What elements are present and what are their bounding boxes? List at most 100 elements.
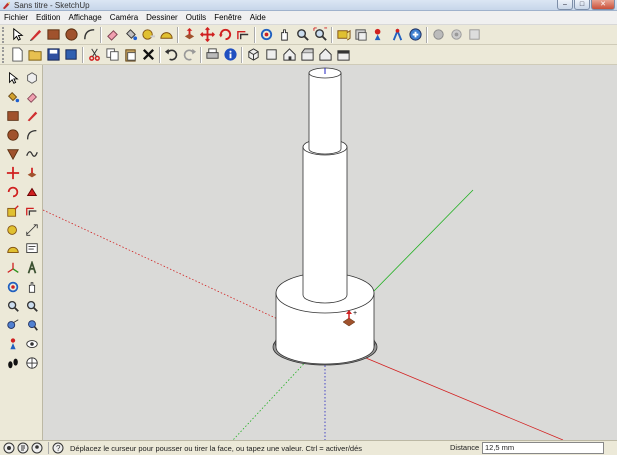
menu-edition[interactable]: Edition [36,13,60,22]
push-pull-icon [27,167,37,178]
palette-protractor-button[interactable] [4,240,22,258]
select-tool-button[interactable] [8,26,26,44]
redo-button[interactable] [180,46,198,64]
new-button[interactable] [8,46,26,64]
palette-text-button[interactable] [23,240,41,258]
palette-push-pull-button[interactable] [23,164,41,182]
undo-button[interactable] [162,46,180,64]
look-around-button[interactable] [388,26,406,44]
position-camera-button[interactable] [370,26,388,44]
top-view-button[interactable] [262,46,280,64]
pencil-tool-button[interactable] [26,26,44,44]
component-button[interactable] [406,26,424,44]
palette-section-plane-button[interactable] [23,354,41,372]
palette-position-camera-button[interactable] [4,335,22,353]
palette-look-around-button[interactable] [23,335,41,353]
palette-previous-view-button[interactable] [4,316,22,334]
model-canvas[interactable]: + [43,65,617,440]
right-view-button[interactable] [298,46,316,64]
geolocation-icon[interactable] [3,442,15,454]
zoom-window-icon [26,300,38,312]
palette-scale-button[interactable] [4,202,22,220]
paste-button[interactable] [121,46,139,64]
styles-button[interactable] [465,26,483,44]
palette-make-component-button[interactable] [23,69,41,87]
push-pull-button[interactable] [180,26,198,44]
palette-zoom-extents-button[interactable] [23,316,41,334]
palette-orbit-button[interactable] [4,278,22,296]
minimize-button[interactable]: – [557,0,573,10]
user-icon[interactable] [31,442,43,454]
rotate-tool-button[interactable] [216,26,234,44]
protractor-button[interactable] [157,26,175,44]
orbit-tool-button[interactable] [257,26,275,44]
help-icon[interactable]: ? [52,442,64,454]
print-button[interactable] [203,46,221,64]
palette-polygon-button[interactable] [4,145,22,163]
zoom-extents-button[interactable] [311,26,329,44]
palette-offset-button[interactable] [23,202,41,220]
orbit-icon [260,28,272,41]
palette-axes-button[interactable] [4,259,22,277]
toolbar-grip[interactable] [2,46,6,63]
copy-button[interactable] [103,46,121,64]
move-tool-button[interactable] [198,26,216,44]
rectangle-tool-button[interactable] [44,26,62,44]
palette-eraser-button[interactable] [23,88,41,106]
model-info-button[interactable] [221,46,239,64]
zoom-tool-button[interactable] [293,26,311,44]
shadow-button[interactable] [447,26,465,44]
iso-view-button[interactable] [244,46,262,64]
eraser-tool-button[interactable] [103,26,121,44]
back-view-button[interactable] [316,46,334,64]
materials-button[interactable] [429,26,447,44]
credits-icon[interactable] [17,442,29,454]
open-button[interactable] [26,46,44,64]
palette-rectangle-button[interactable] [4,107,22,125]
menu-fenetre[interactable]: Fenêtre [214,13,242,22]
paint-bucket-button[interactable] [121,26,139,44]
walk-icon [8,358,18,369]
palette-freehand-button[interactable] [23,145,41,163]
menu-camera[interactable]: Caméra [110,13,138,22]
measurements-input[interactable]: 12,5 mm [482,442,604,454]
toolbar-separator [426,26,427,43]
toolbar-grip[interactable] [2,26,6,43]
palette-zoom-button[interactable] [4,297,22,315]
palette-circle-button[interactable] [4,126,22,144]
close-button[interactable]: ✕ [591,0,615,10]
modeling-viewport[interactable]: + [43,65,617,440]
walk-tool-button[interactable] [352,26,370,44]
palette-dimension-button[interactable] [23,221,41,239]
maximize-button[interactable]: □ [574,0,590,10]
palette-move-button[interactable] [4,164,22,182]
menu-aide[interactable]: Aide [250,13,266,22]
save-button[interactable] [44,46,62,64]
circle-tool-button[interactable] [62,26,80,44]
palette-zoom-window-button[interactable] [23,297,41,315]
front-view-button[interactable] [280,46,298,64]
arc-tool-button[interactable] [80,26,98,44]
palette-3d-text-button[interactable] [23,259,41,277]
palette-select-button[interactable] [4,69,22,87]
palette-rotate-button[interactable] [4,183,22,201]
pan-tool-button[interactable] [275,26,293,44]
left-view-button[interactable] [334,46,352,64]
make-component-button[interactable] [62,46,80,64]
palette-paint-bucket-button[interactable] [4,88,22,106]
section-plane-button[interactable] [334,26,352,44]
palette-follow-me-button[interactable] [23,183,41,201]
palette-tape-measure-button[interactable] [4,221,22,239]
tape-measure-button[interactable] [139,26,157,44]
palette-pan-button[interactable] [23,278,41,296]
palette-arc-button[interactable] [23,126,41,144]
palette-line-button[interactable] [23,107,41,125]
menu-dessiner[interactable]: Dessiner [146,13,178,22]
menu-fichier[interactable]: Fichier [4,13,28,22]
palette-walk-button[interactable] [4,354,22,372]
menu-outils[interactable]: Outils [186,13,206,22]
delete-button[interactable] [139,46,157,64]
menu-affichage[interactable]: Affichage [68,13,101,22]
offset-tool-button[interactable] [234,26,252,44]
cut-button[interactable] [85,46,103,64]
